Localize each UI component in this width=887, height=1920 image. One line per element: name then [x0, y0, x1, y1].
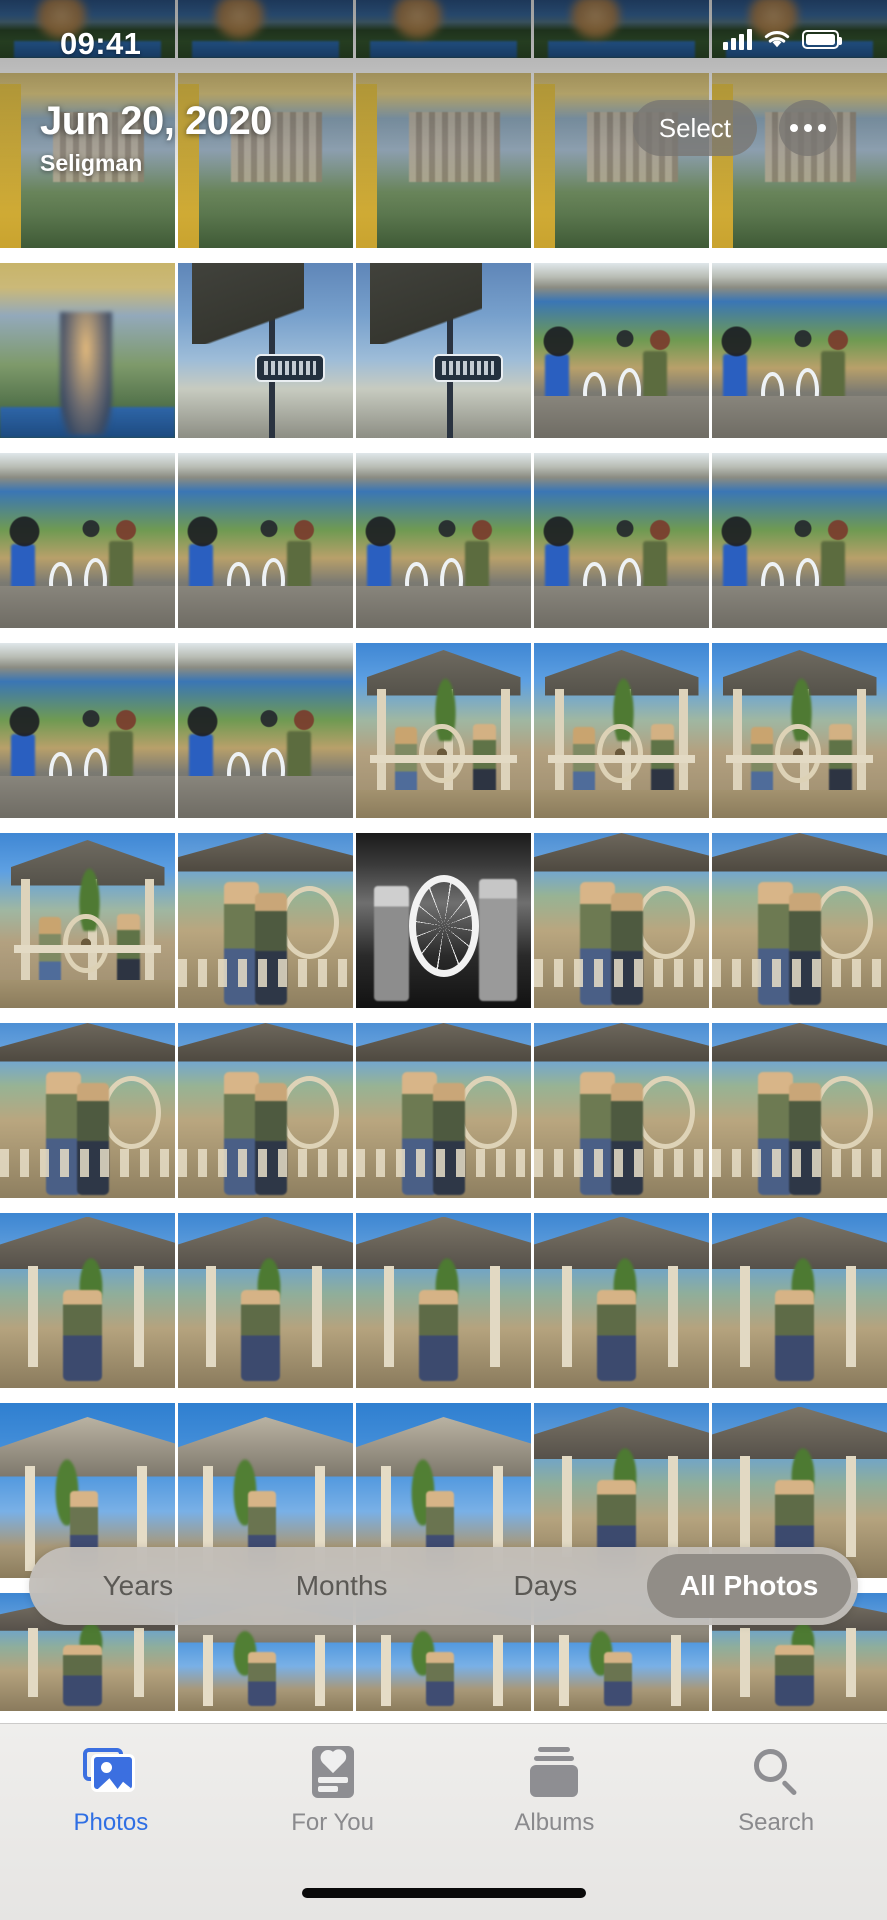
photo-thumbnail[interactable]	[712, 1213, 887, 1388]
albums-icon	[526, 1747, 582, 1797]
segment-all-photos[interactable]: All Photos	[647, 1554, 851, 1618]
iphone-screen: 09:41 Jun 20, 2020 Seligman Select Years…	[0, 0, 887, 1920]
photo-thumbnail[interactable]	[0, 1023, 175, 1198]
select-button[interactable]: Select	[632, 100, 757, 156]
tab-label: Photos	[73, 1809, 149, 1836]
photo-thumbnail[interactable]	[178, 1023, 353, 1198]
tab-icon-wrap	[526, 1744, 582, 1800]
photo-thumbnail[interactable]	[534, 833, 709, 1008]
tab-albums[interactable]: Albums	[444, 1744, 666, 1837]
photo-thumbnail[interactable]	[0, 1213, 175, 1388]
tab-icon-wrap	[82, 1744, 139, 1800]
more-options-button[interactable]	[779, 100, 837, 156]
segment-months[interactable]: Months	[240, 1554, 444, 1618]
photo-thumbnail[interactable]	[0, 263, 175, 438]
photo-thumbnail[interactable]	[0, 453, 175, 628]
photo-thumbnail[interactable]	[178, 833, 353, 1008]
photo-thumbnail[interactable]	[0, 643, 175, 818]
photo-thumbnail[interactable]	[178, 263, 353, 438]
photo-thumbnail[interactable]	[356, 643, 531, 818]
header-title-block: Jun 20, 2020 Seligman	[40, 100, 272, 177]
tab-label: Search	[738, 1809, 815, 1836]
photo-thumbnail[interactable]	[356, 453, 531, 628]
photo-thumbnail[interactable]	[712, 833, 887, 1008]
photo-thumbnail[interactable]	[534, 1213, 709, 1388]
photo-thumbnail[interactable]	[356, 833, 531, 1008]
page-title: Jun 20, 2020	[40, 99, 272, 143]
tab-label: Albums	[514, 1809, 595, 1836]
tab-search[interactable]: Search	[665, 1744, 887, 1837]
ellipsis-icon	[790, 124, 798, 132]
timeline-scope-segmented-control[interactable]: Years Months Days All Photos	[29, 1547, 858, 1625]
status-bar: 09:41	[0, 0, 887, 74]
photo-thumbnail[interactable]	[534, 1023, 709, 1198]
tab-for-you[interactable]: For You	[222, 1744, 444, 1837]
photo-thumbnail[interactable]	[356, 1213, 531, 1388]
battery-icon	[802, 29, 842, 49]
status-bar-clock: 09:41	[60, 26, 142, 61]
photo-thumbnail[interactable]	[712, 263, 887, 438]
photo-thumbnail[interactable]	[712, 643, 887, 818]
photo-thumbnail[interactable]	[178, 643, 353, 818]
segment-years[interactable]: Years	[36, 1554, 240, 1618]
photo-grid[interactable]	[0, 0, 887, 1723]
status-bar-indicators	[723, 28, 842, 50]
photo-thumbnail[interactable]	[712, 1023, 887, 1198]
photo-thumbnail[interactable]	[712, 453, 887, 628]
photo-thumbnail[interactable]	[356, 73, 531, 248]
photo-thumbnail[interactable]	[356, 263, 531, 438]
photo-thumbnail[interactable]	[534, 643, 709, 818]
tab-label: For You	[291, 1809, 374, 1836]
tab-icon-wrap	[751, 1744, 801, 1800]
photo-thumbnail[interactable]	[178, 453, 353, 628]
photo-thumbnail[interactable]	[712, 73, 887, 248]
photo-thumbnail[interactable]	[534, 453, 709, 628]
photos-icon	[82, 1748, 139, 1796]
for-you-icon	[311, 1746, 354, 1798]
page-subtitle-location: Seligman	[40, 150, 143, 176]
photo-thumbnail[interactable]	[356, 1023, 531, 1198]
wifi-icon	[764, 30, 790, 47]
signal-bars-icon	[723, 28, 752, 50]
tab-icon-wrap	[311, 1744, 354, 1800]
photo-thumbnail[interactable]	[0, 833, 175, 1008]
home-indicator	[301, 1888, 586, 1898]
tab-photos[interactable]: Photos	[0, 1744, 222, 1837]
photo-thumbnail[interactable]	[534, 263, 709, 438]
segment-days[interactable]: Days	[444, 1554, 648, 1618]
search-icon	[751, 1747, 801, 1797]
photo-thumbnail[interactable]	[178, 1213, 353, 1388]
